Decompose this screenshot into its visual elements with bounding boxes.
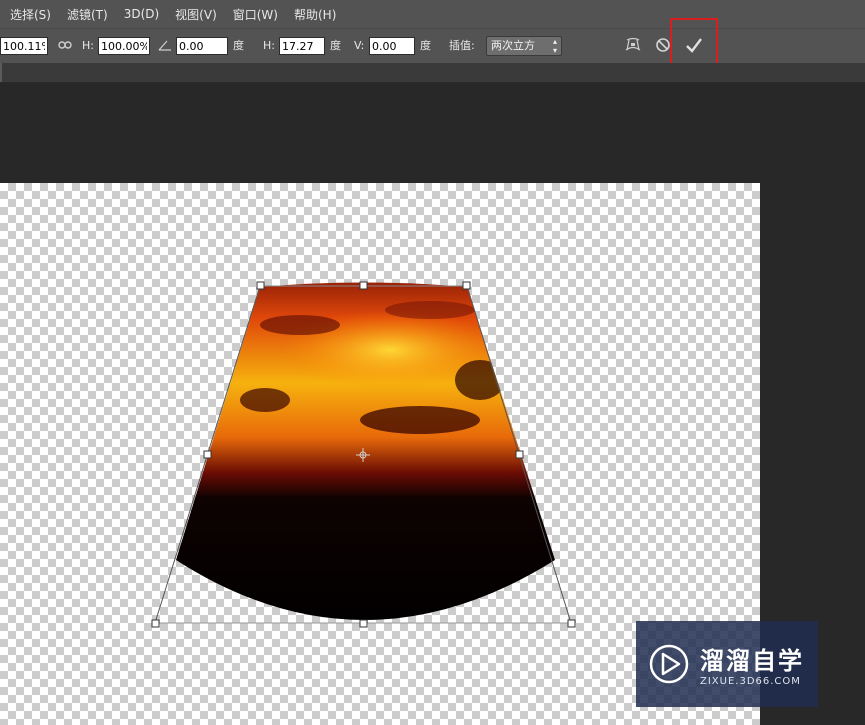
warp-transform-layer xyxy=(151,281,576,628)
handle-top-left[interactable] xyxy=(256,281,265,290)
handle-bottom-right[interactable] xyxy=(567,619,576,628)
handle-top-right[interactable] xyxy=(462,281,471,290)
handle-middle-left[interactable] xyxy=(203,450,212,459)
play-logo-icon xyxy=(649,644,689,684)
watermark-url: ZIXUE.3D66.COM xyxy=(700,676,801,687)
handle-middle-right[interactable] xyxy=(515,450,524,459)
handle-bottom-left[interactable] xyxy=(151,619,160,628)
handle-top-center[interactable] xyxy=(359,281,368,290)
handle-bottom-center[interactable] xyxy=(359,619,368,628)
watermark-name: 溜溜自学 xyxy=(700,647,804,675)
watermark: 溜溜自学 ZIXUE.3D66.COM xyxy=(636,621,818,707)
